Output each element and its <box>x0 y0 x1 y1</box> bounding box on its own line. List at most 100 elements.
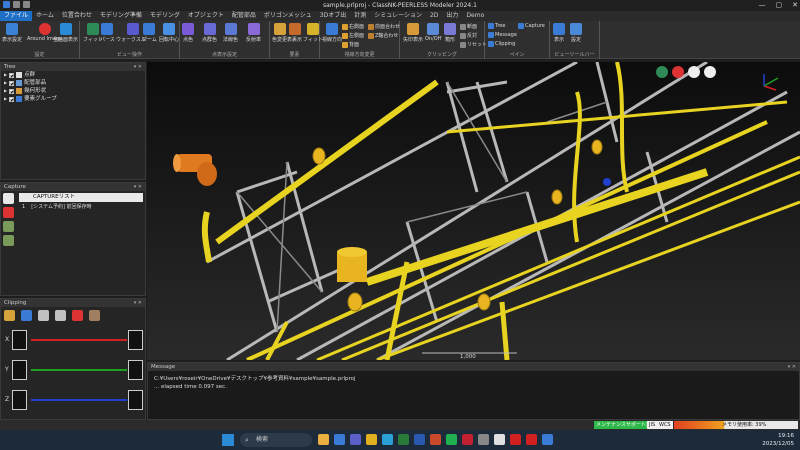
reset-button[interactable]: リセット <box>460 41 487 48</box>
checkbox[interactable] <box>9 72 15 78</box>
clip-handle-right[interactable] <box>128 360 143 380</box>
back-button[interactable]: 背面 <box>342 41 359 48</box>
show-all-button[interactable]: 全画面表示 <box>53 23 78 43</box>
rotate-center-button[interactable]: 回転中心 <box>159 23 179 43</box>
expand-icon[interactable]: ▶ <box>4 87 7 95</box>
word-icon[interactable] <box>414 434 425 445</box>
tab-modeling[interactable]: モデリング <box>146 11 184 21</box>
right-side-button[interactable]: 右側面 <box>342 23 364 30</box>
teams-icon[interactable] <box>350 434 361 445</box>
clip-handle-right[interactable] <box>128 390 143 410</box>
clip-slider-x[interactable] <box>31 339 127 341</box>
delete-icon[interactable] <box>3 207 14 218</box>
tab-alignment[interactable]: 位置合わせ <box>58 11 96 21</box>
image-list-icon[interactable] <box>3 235 14 246</box>
clipping-pane-button[interactable]: Clipping <box>488 41 515 47</box>
surface-display-button[interactable]: 表裏示 <box>287 23 302 43</box>
maximize-button[interactable]: ▢ <box>776 0 783 11</box>
search-box[interactable]: ⌕ 検索 <box>240 433 312 447</box>
reflect-color-button[interactable]: 反射率 <box>246 23 261 43</box>
view-show-button[interactable]: 表示 <box>553 23 565 43</box>
tab-output[interactable]: 出力 <box>442 11 462 21</box>
start-icon[interactable] <box>222 434 234 446</box>
clip-handle-left[interactable] <box>12 360 27 380</box>
show-settings-button[interactable]: 表示設定 <box>2 23 22 43</box>
clip-handle-left[interactable] <box>12 330 27 350</box>
cross-section-button[interactable]: 断面 <box>460 23 477 30</box>
shape-button[interactable]: 箱形 <box>444 23 456 43</box>
powerpoint-icon[interactable] <box>430 434 441 445</box>
tree-item-pointcloud[interactable]: ▶ 点群 <box>1 71 145 79</box>
clip-x-icon[interactable] <box>38 310 49 321</box>
tab-modeling-prep[interactable]: モデリング準備 <box>96 11 146 21</box>
view-direction-button[interactable]: 視線方向 <box>322 23 342 43</box>
taskview-icon[interactable] <box>318 434 329 445</box>
app-icon-red[interactable] <box>462 434 473 445</box>
explorer-icon[interactable] <box>366 434 377 445</box>
camera-view-icon[interactable] <box>688 66 700 78</box>
tab-simulation[interactable]: シミュレーション <box>370 11 426 21</box>
arrow-display-button[interactable]: 矢印表示 <box>403 23 423 43</box>
expand-icon[interactable]: ▶ <box>4 95 7 103</box>
clip-z-icon[interactable] <box>72 310 83 321</box>
camera-icon[interactable] <box>3 193 14 204</box>
clip-plane-icon[interactable] <box>21 310 32 321</box>
tab-piping[interactable]: 配管部品 <box>228 11 260 21</box>
edge-icon[interactable] <box>382 434 393 445</box>
walkthrough-icon[interactable] <box>704 66 716 78</box>
front-align-button[interactable]: 前面合わせ <box>368 23 400 30</box>
panel-pin-close-icon[interactable]: ▾ ✕ <box>134 183 142 191</box>
panel-pin-close-icon[interactable]: ▾ ✕ <box>134 299 142 307</box>
clock[interactable]: 19:16 2023/12/05 <box>762 432 794 448</box>
message-pane-button[interactable]: Message <box>488 32 517 38</box>
undo-icon[interactable] <box>13 1 20 8</box>
tree-item-piping[interactable]: ▶ 配管部品 <box>1 79 145 87</box>
tab-polygon-mesh[interactable]: ポリゴンメッシュ <box>260 11 316 21</box>
clip-y-icon[interactable] <box>55 310 66 321</box>
checkbox[interactable] <box>9 88 15 94</box>
minimize-button[interactable]: — <box>759 0 766 11</box>
tree-item-geometry[interactable]: ▶ 幾何形状 <box>1 87 145 95</box>
z-align-button[interactable]: Z軸合わせ <box>368 32 398 39</box>
capture-row[interactable]: 1 [システム予約] 前回保存時 <box>19 203 143 211</box>
clip-slider-y[interactable] <box>31 369 127 371</box>
point-color-button[interactable]: 点色 <box>182 23 194 43</box>
tab-3d-output[interactable]: 3Dオブ出 <box>316 11 350 21</box>
app-icon-gray[interactable] <box>478 434 489 445</box>
app-icon-white[interactable] <box>494 434 505 445</box>
panel-pin-close-icon[interactable]: ▾ ✕ <box>134 63 142 71</box>
fit-view-icon[interactable] <box>656 66 668 78</box>
clip-reset-icon[interactable] <box>89 310 100 321</box>
pdf-icon[interactable] <box>526 434 537 445</box>
tab-object[interactable]: オブジェクト <box>184 11 228 21</box>
pan-button[interactable]: パース <box>100 23 115 43</box>
excel-icon[interactable] <box>398 434 409 445</box>
zoom-button[interactable]: ズーム <box>142 23 157 43</box>
clip-box-icon[interactable] <box>4 310 15 321</box>
color-change-button[interactable]: 色変更 <box>272 23 287 43</box>
clip-slider-z[interactable] <box>31 399 127 401</box>
reverse-button[interactable]: 反対 <box>460 32 477 39</box>
checkbox[interactable] <box>9 80 15 86</box>
capture-pane-button[interactable]: Capture <box>518 23 545 29</box>
line-icon[interactable] <box>446 434 457 445</box>
close-button[interactable]: ✕ <box>792 0 798 11</box>
redo-icon[interactable] <box>23 1 30 8</box>
tab-home[interactable]: ホーム <box>32 11 58 21</box>
expand-icon[interactable]: ▶ <box>4 71 7 79</box>
clip-handle-right[interactable] <box>128 330 143 350</box>
left-side-button[interactable]: 左側面 <box>342 32 364 39</box>
tab-measure[interactable]: 計測 <box>350 11 370 21</box>
view-settings-button[interactable]: 設定 <box>570 23 582 43</box>
tab-file[interactable]: ファイル <box>0 11 33 21</box>
tab-2d[interactable]: 2D <box>426 11 442 21</box>
tab-demo[interactable]: Demo <box>462 11 488 21</box>
3d-viewport[interactable]: 1,000 <box>147 62 800 360</box>
expand-icon[interactable]: ▶ <box>4 79 7 87</box>
onoff-button[interactable]: On/Off <box>425 23 441 42</box>
panel-pin-close-icon[interactable]: ▾ ✕ <box>788 363 796 371</box>
peerless-icon[interactable] <box>542 434 553 445</box>
checkbox[interactable] <box>9 96 15 102</box>
tree-pane-button[interactable]: Tree <box>488 23 505 29</box>
image-icon[interactable] <box>3 221 14 232</box>
